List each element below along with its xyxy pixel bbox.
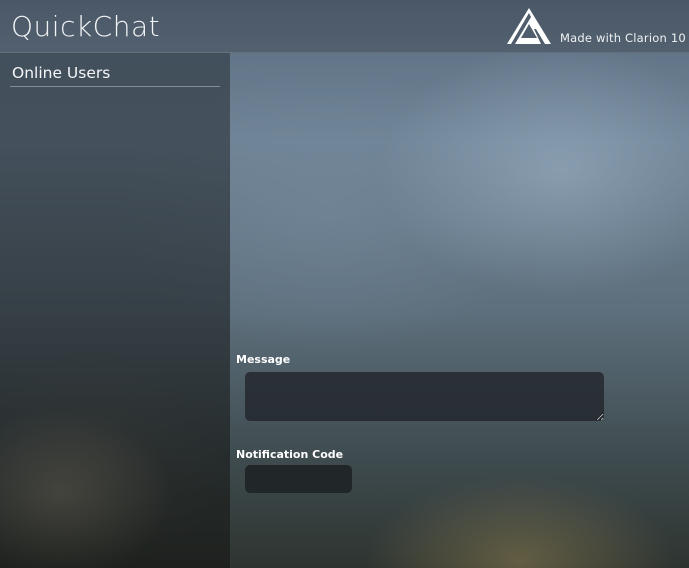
- sidebar-divider: [10, 86, 220, 87]
- header-bar: QuickChat Made with Clarion 10: [0, 0, 689, 53]
- message-input[interactable]: [245, 372, 604, 421]
- notification-code-input[interactable]: [245, 465, 352, 493]
- app-title: QuickChat: [11, 10, 161, 43]
- app-window: QuickChat Made with Clarion 10 Online Us…: [0, 0, 689, 568]
- clarion-logo-icon: [507, 8, 551, 44]
- online-users-panel: Online Users: [0, 53, 230, 568]
- notification-code-label: Notification Code: [236, 448, 344, 461]
- message-label: Message: [236, 353, 291, 366]
- made-with-label: Made with Clarion 10: [560, 31, 686, 45]
- online-users-title: Online Users: [12, 64, 111, 82]
